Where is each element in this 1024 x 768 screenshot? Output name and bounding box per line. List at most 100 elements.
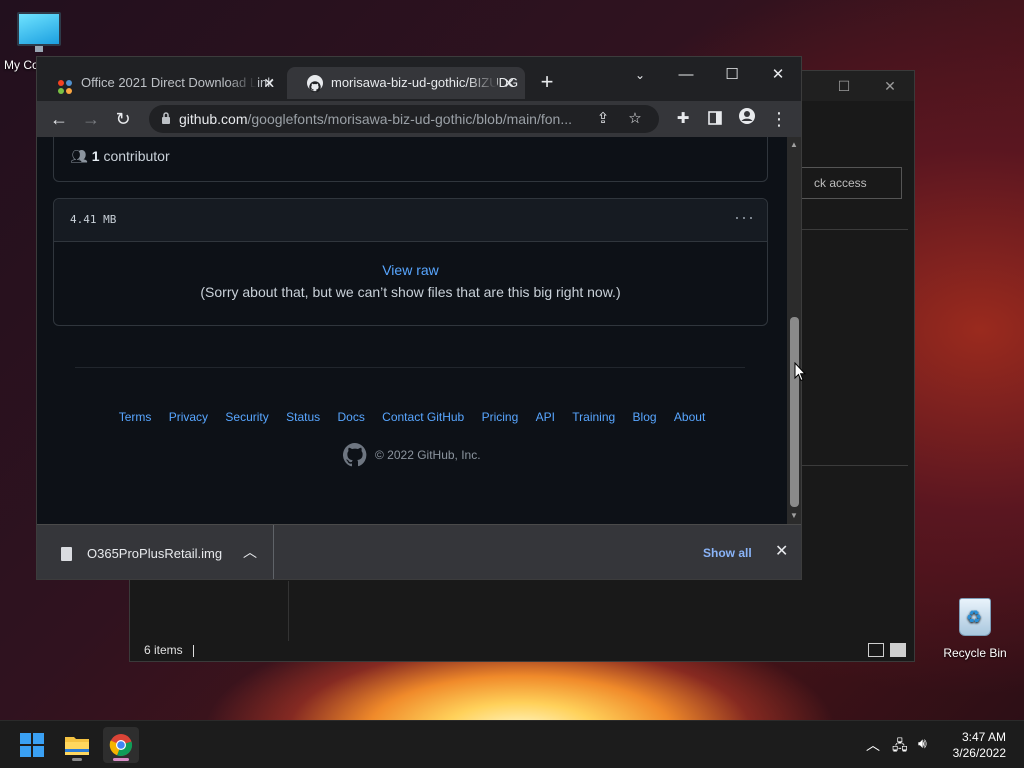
- tiles-view-icon[interactable]: [890, 643, 906, 657]
- system-clock[interactable]: 3:47 AM 3/26/2022: [953, 729, 1006, 761]
- url-path: /googlefonts/morisawa-biz-ud-gothic/blob…: [247, 111, 572, 127]
- download-shelf: O365ProPlusRetail.img ︿ Show all ✕: [37, 524, 801, 579]
- taskbar-file-explorer[interactable]: [59, 727, 95, 763]
- forward-arrow-icon[interactable]: →: [79, 107, 103, 131]
- recycle-bin-icon: [959, 598, 991, 636]
- tab-title-fade: [227, 67, 257, 99]
- clock-time: 3:47 AM: [961, 730, 1006, 744]
- file-viewer-box: 4.41 MB ··· View raw (Sorry about that, …: [53, 198, 768, 326]
- share-icon[interactable]: ⇪: [593, 109, 613, 129]
- contributors-label: contributor: [99, 148, 170, 164]
- lock-icon: [162, 112, 170, 124]
- desktop-icon-recycle-bin[interactable]: Recycle Bin: [940, 598, 1010, 660]
- people-icon: 👥︎: [70, 148, 88, 164]
- address-bar[interactable]: github.com/googlefonts/morisawa-biz-ud-g…: [149, 105, 659, 133]
- footer-link-privacy[interactable]: Privacy: [169, 410, 208, 424]
- page-scrollbar[interactable]: ▲ ▼: [787, 137, 801, 524]
- folder-icon: [65, 737, 89, 755]
- footer-link-training[interactable]: Training: [572, 410, 615, 424]
- scroll-thumb[interactable]: [790, 317, 799, 507]
- footer-link-pricing[interactable]: Pricing: [482, 410, 519, 424]
- scroll-down-arrow-icon[interactable]: ▼: [790, 511, 798, 520]
- file-icon: [61, 547, 72, 561]
- contributors-summary[interactable]: 👥︎ 1 contributor: [70, 148, 170, 165]
- download-file-name: O365ProPlusRetail.img: [87, 546, 223, 561]
- more-options-icon[interactable]: ···: [734, 207, 755, 228]
- windows-logo-icon: [20, 733, 44, 757]
- back-arrow-icon[interactable]: ←: [47, 107, 71, 131]
- tab-office-download[interactable]: Office 2021 Direct Download Link ✕: [37, 67, 285, 99]
- scroll-up-arrow-icon[interactable]: ▲: [790, 140, 798, 149]
- tab-strip[interactable]: Office 2021 Direct Download Link ✕ moris…: [37, 57, 801, 101]
- explorer-close-button[interactable]: ✕: [870, 75, 910, 97]
- chevron-up-icon[interactable]: ︿: [243, 542, 257, 562]
- profile-avatar-icon[interactable]: [735, 107, 759, 131]
- view-toggle: [868, 643, 906, 657]
- item-count: 6 items: [144, 643, 183, 657]
- footer-link-about[interactable]: About: [674, 410, 705, 424]
- show-all-downloads-button[interactable]: Show all: [703, 546, 752, 560]
- show-hidden-icons-chevron-icon[interactable]: ︿: [866, 735, 880, 755]
- footer-link-status[interactable]: Status: [286, 410, 320, 424]
- nav-pane-divider[interactable]: [288, 581, 289, 641]
- tab-close-icon[interactable]: ✕: [263, 67, 275, 99]
- file-size: 4.41 MB: [70, 213, 117, 226]
- quick-access-search[interactable]: ck access: [800, 167, 902, 199]
- copyright-text: © 2022 GitHub, Inc.: [375, 448, 481, 462]
- menu-kebab-icon[interactable]: ⋮: [767, 107, 791, 131]
- tab-title-fade: [467, 67, 497, 99]
- github-favicon-icon: [307, 75, 323, 93]
- desktop-icon-label: Recycle Bin: [943, 646, 1007, 660]
- chrome-window[interactable]: Office 2021 Direct Download Link ✕ moris…: [36, 56, 802, 580]
- footer-link-terms[interactable]: Terms: [119, 410, 152, 424]
- footer-links: Terms Privacy Security Status Docs Conta…: [37, 410, 787, 424]
- footer-link-api[interactable]: API: [536, 410, 555, 424]
- status-separator: [192, 644, 194, 657]
- url-text[interactable]: github.com/googlefonts/morisawa-biz-ud-g…: [179, 105, 599, 133]
- divider: [802, 465, 908, 466]
- volume-icon[interactable]: 🔊︎: [918, 735, 927, 752]
- footer-link-blog[interactable]: Blog: [633, 410, 657, 424]
- file-too-big-message: (Sorry about that, but we can’t show fil…: [200, 284, 621, 300]
- active-indicator: [113, 758, 129, 761]
- file-header: 4.41 MB ···: [54, 199, 767, 242]
- footer-link-docs[interactable]: Docs: [337, 410, 364, 424]
- start-button[interactable]: [14, 727, 50, 763]
- footer-divider: [75, 367, 745, 368]
- mouse-pointer-icon: [794, 362, 806, 382]
- github-page: 👥︎ 1 contributor 4.41 MB ··· View raw (So…: [37, 137, 787, 524]
- tab-close-icon[interactable]: ✕: [503, 67, 515, 99]
- network-icon[interactable]: 🖧︎: [892, 735, 908, 759]
- extensions-puzzle-icon[interactable]: ✚: [671, 107, 695, 131]
- download-item[interactable]: O365ProPlusRetail.img ︿: [37, 525, 274, 579]
- explorer-status-bar: 6 items: [130, 639, 914, 661]
- footer-link-security[interactable]: Security: [225, 410, 268, 424]
- github-logo-icon[interactable]: [343, 443, 367, 467]
- bookmark-star-icon[interactable]: ☆: [625, 109, 645, 129]
- minimize-button[interactable]: —: [663, 61, 709, 89]
- chrome-logo-icon: [109, 734, 133, 756]
- clock-date: 3/26/2022: [952, 746, 1006, 760]
- taskbar: ︿ 🖧︎ 🔊︎ 3:47 AM 3/26/2022: [0, 720, 1024, 768]
- monitor-icon: [17, 12, 61, 52]
- browser-toolbar: ← → ↻ github.com/googlefonts/morisawa-bi…: [37, 101, 801, 137]
- maximize-button[interactable]: ☐: [709, 61, 755, 89]
- contributors-count: 1: [91, 148, 100, 164]
- close-download-shelf-icon[interactable]: ✕: [775, 541, 788, 561]
- joomla-favicon-icon: [57, 75, 73, 94]
- reload-icon[interactable]: ↻: [111, 107, 135, 131]
- explorer-maximize-button[interactable]: ☐: [824, 75, 864, 97]
- tab-search-chevron-icon[interactable]: ⌄: [617, 61, 663, 89]
- new-tab-button[interactable]: +: [535, 71, 559, 95]
- footer-link-contact-github[interactable]: Contact GitHub: [382, 410, 464, 424]
- close-window-button[interactable]: ✕: [755, 61, 801, 89]
- url-host: github.com: [179, 111, 248, 127]
- contributors-box: 👥︎ 1 contributor: [53, 137, 768, 182]
- side-panel-icon[interactable]: [703, 107, 727, 131]
- taskbar-chrome[interactable]: [103, 727, 139, 763]
- view-raw-link[interactable]: View raw: [54, 262, 767, 278]
- divider: [802, 229, 908, 230]
- details-view-icon[interactable]: [868, 643, 884, 657]
- footer-copyright: © 2022 GitHub, Inc.: [343, 443, 481, 467]
- tab-github[interactable]: morisawa-biz-ud-gothic/BIZUDG ✕: [287, 67, 525, 99]
